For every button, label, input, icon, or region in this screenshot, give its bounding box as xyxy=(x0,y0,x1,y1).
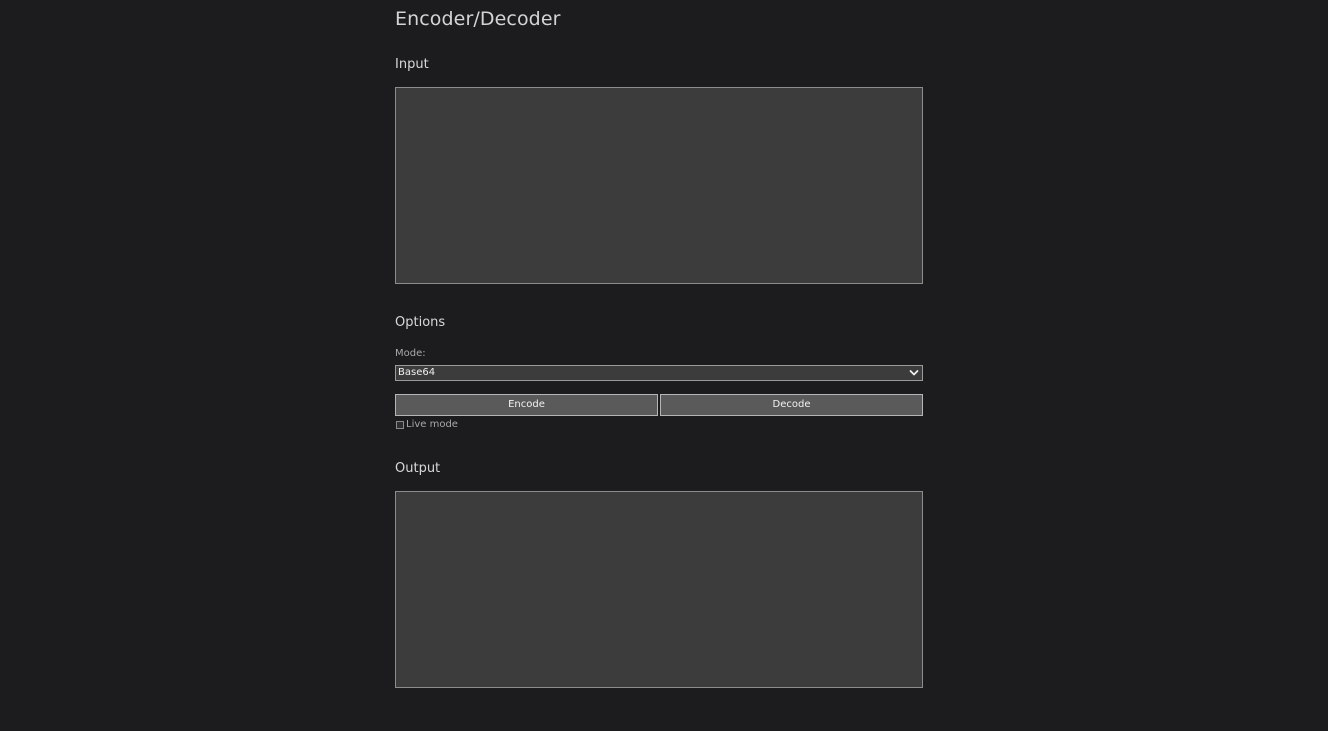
mode-select[interactable]: Base64 xyxy=(395,365,923,381)
output-textarea[interactable] xyxy=(395,491,923,688)
input-heading: Input xyxy=(395,57,429,72)
input-textarea[interactable] xyxy=(395,87,923,284)
live-mode-checkbox[interactable] xyxy=(396,421,404,429)
decode-button[interactable]: Decode xyxy=(660,394,923,416)
mode-select-value: Base64 xyxy=(398,367,436,378)
encode-button[interactable]: Encode xyxy=(395,394,658,416)
mode-label: Mode: xyxy=(395,348,426,359)
output-heading: Output xyxy=(395,461,441,476)
chevron-down-icon xyxy=(909,370,919,376)
options-heading: Options xyxy=(395,315,446,330)
page-title: Encoder/Decoder xyxy=(395,8,561,30)
live-mode-label[interactable]: Live mode xyxy=(406,419,458,431)
